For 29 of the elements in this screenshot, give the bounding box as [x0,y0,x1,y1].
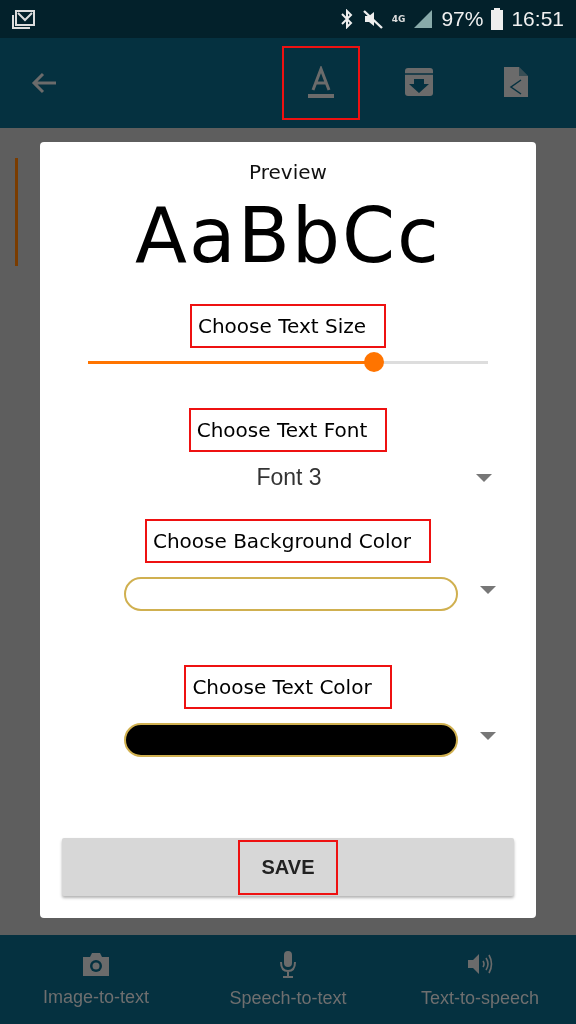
camera-icon [81,951,111,977]
mail-icon [12,9,36,29]
slider-thumb[interactable] [364,351,385,372]
network-label: 4G [391,14,406,24]
section-label: Choose Text Size [189,304,387,348]
preview-title: Preview [249,160,327,184]
font-dropdown[interactable]: Font 3 [124,458,454,497]
microphone-icon [279,950,297,978]
color-dropdown[interactable] [124,577,458,611]
mute-icon [361,9,384,29]
section-label: Choose Text Color [184,665,392,709]
save-button[interactable]: SAVE [62,838,514,896]
text-style-icon [305,66,337,100]
section-label: Choose Background Color [144,519,432,563]
nav-tab[interactable]: Speech-to-text [192,935,384,1024]
caret-icon [480,732,496,740]
battery-icon [491,8,504,30]
section-label: Choose Text Font [188,408,388,452]
signal-icon [413,9,434,29]
preview-sample: AaBbCc [135,190,441,282]
nav-tab[interactable]: Text-to-speech [384,935,576,1024]
caret-icon [480,586,496,594]
battery-percent: 97% [441,7,484,31]
clock: 16:51 [511,7,564,31]
caret-icon [476,473,492,482]
color-dropdown[interactable] [124,723,458,757]
text-style-button[interactable] [282,46,360,120]
nav-tab[interactable]: Image-to-text [0,935,192,1024]
bluetooth-icon [339,9,354,29]
